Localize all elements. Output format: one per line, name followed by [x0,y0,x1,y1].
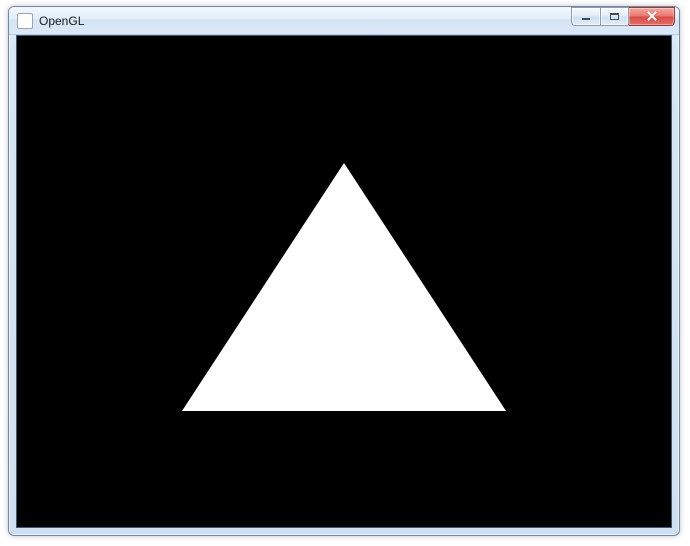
maximize-icon [610,13,619,20]
rendered-triangle [182,162,506,410]
client-area [16,35,672,528]
opengl-viewport [17,36,671,527]
caption-buttons [571,7,675,34]
close-icon [646,10,658,22]
close-button[interactable] [629,7,675,26]
window-frame: OpenGL [8,6,680,536]
titlebar[interactable]: OpenGL [9,7,679,35]
app-icon [17,13,33,29]
minimize-button[interactable] [571,7,600,26]
window-title: OpenGL [39,14,571,28]
maximize-button[interactable] [600,7,629,26]
minimize-icon [582,18,590,20]
